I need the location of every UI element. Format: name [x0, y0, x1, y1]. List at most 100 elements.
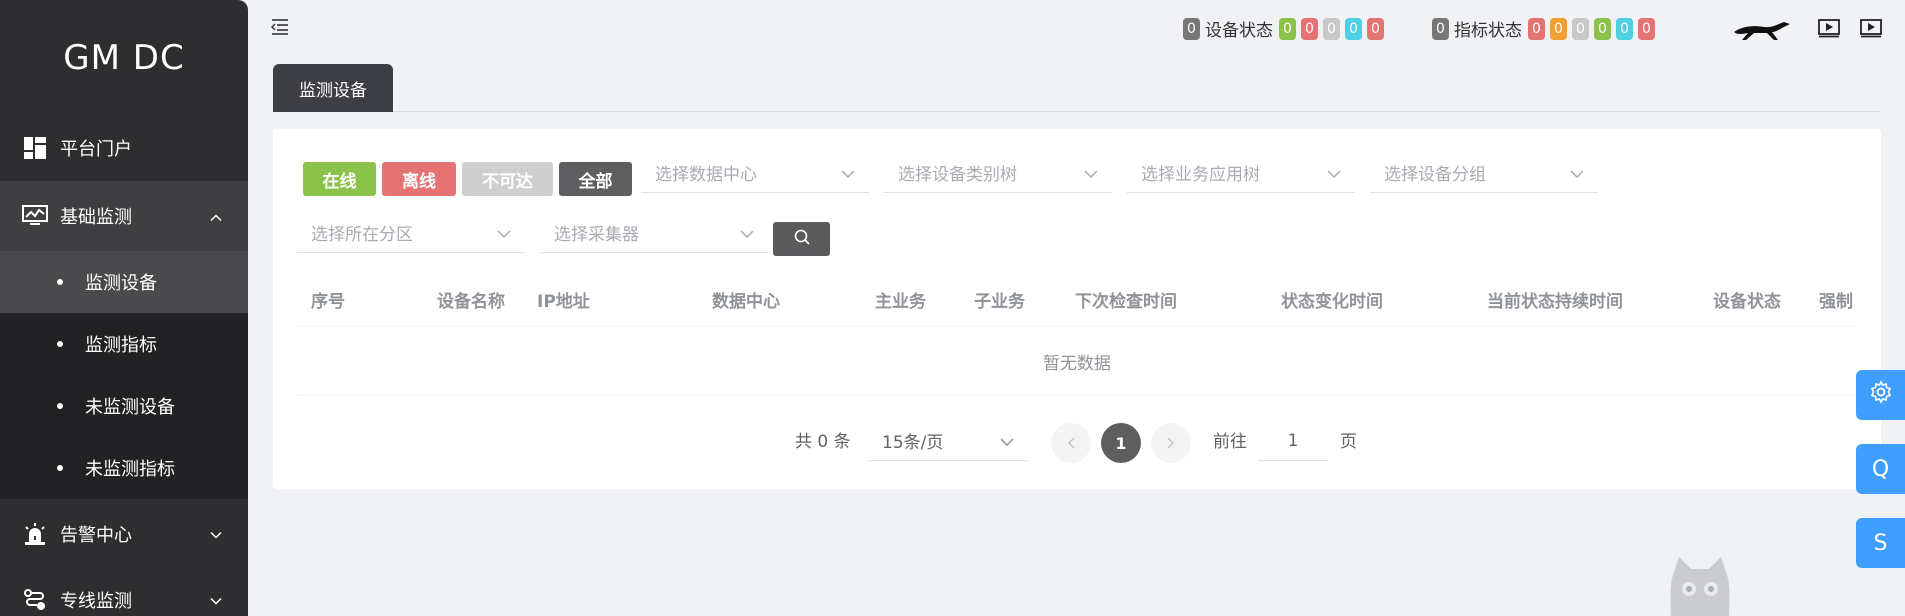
menu-collapse-icon[interactable]: [270, 18, 290, 36]
select-device-group[interactable]: 选择设备分组: [1370, 153, 1598, 193]
chevron-up-icon: [210, 206, 222, 227]
device-status-group: 0 设备状态 0 0 0 0 0: [1183, 16, 1389, 41]
page-size-select[interactable]: 15条/页: [868, 421, 1028, 461]
column-header[interactable]: 子业务: [974, 277, 1025, 327]
filter-online-button[interactable]: 在线: [303, 162, 376, 196]
sidebar-item-label: 专线监测: [60, 591, 132, 612]
column-header[interactable]: 序号: [311, 277, 345, 327]
device-status-count[interactable]: 0: [1367, 17, 1384, 40]
sidebar-subitem-unmonitored-devices[interactable]: 未监测设备: [0, 375, 248, 437]
main-panel: 在线 离线 不可达 全部 选择数据中心 选择设备类别树 选择业务应用树 选择设备…: [273, 129, 1881, 489]
metric-status-total[interactable]: 0: [1432, 17, 1449, 40]
chevron-right-icon: [1167, 434, 1175, 453]
table-empty-text: 暂无数据: [297, 328, 1857, 396]
filter-offline-button[interactable]: 离线: [382, 162, 456, 196]
metric-status-group: 0 指标状态 0 0 0 0 0 0: [1432, 16, 1660, 41]
sidebar-subitem-metrics[interactable]: 监测指标: [0, 313, 248, 375]
subitem-label: 监测设备: [85, 273, 157, 294]
sidebar-item-alarm-center[interactable]: 告警中心: [0, 499, 248, 569]
page-size-value: 15条/页: [882, 433, 944, 453]
subitem-label: 未监测指标: [85, 459, 175, 480]
video-icon[interactable]: [1860, 18, 1882, 42]
select-collector[interactable]: 选择采集器: [540, 213, 768, 253]
leopard-logo-icon: [1732, 18, 1792, 46]
topbar: 0 设备状态 0 0 0 0 0 0 指标状态 0 0 0 0 0 0: [248, 0, 1905, 56]
prev-page-button[interactable]: [1051, 423, 1091, 463]
settings-float-button[interactable]: [1856, 370, 1905, 420]
search-button[interactable]: [773, 222, 830, 256]
column-header[interactable]: IP地址: [537, 277, 590, 327]
table-header: 序号 设备名称 IP地址 数据中心 主业务 子业务 下次检查时间 状态变化时间 …: [297, 277, 1857, 327]
goto-page-input[interactable]: 1: [1258, 421, 1328, 461]
select-datacenter[interactable]: 选择数据中心: [641, 153, 869, 193]
subitem-label: 未监测设备: [85, 397, 175, 418]
sidebar-item-label: 平台门户: [60, 139, 132, 160]
tab-bar: 监测设备: [273, 64, 1881, 112]
goto-label: 前往: [1213, 432, 1247, 452]
select-placeholder: 选择设备分组: [1384, 165, 1486, 185]
column-header[interactable]: 下次检查时间: [1075, 277, 1177, 327]
next-page-button[interactable]: [1151, 423, 1191, 463]
device-status-count[interactable]: 0: [1345, 17, 1362, 40]
page-unit-label: 页: [1340, 432, 1357, 452]
device-status-count[interactable]: 0: [1301, 17, 1318, 40]
s-float-button[interactable]: S: [1856, 518, 1905, 568]
metric-status-count[interactable]: 0: [1594, 17, 1611, 40]
chevron-down-icon: [210, 590, 222, 611]
sidebar-item-portal[interactable]: 平台门户: [0, 115, 248, 181]
sidebar-item-label: 告警中心: [60, 525, 132, 546]
column-header[interactable]: 设备名称: [437, 277, 505, 327]
metric-status-count[interactable]: 0: [1550, 17, 1567, 40]
select-zone[interactable]: 选择所在分区: [297, 213, 525, 253]
select-placeholder: 选择采集器: [554, 225, 639, 245]
chevron-down-icon: [1084, 163, 1098, 183]
dashboard-icon: [22, 135, 48, 161]
select-business-app[interactable]: 选择业务应用树: [1127, 153, 1355, 193]
column-header[interactable]: 主业务: [875, 277, 926, 327]
metric-status-count[interactable]: 0: [1528, 17, 1545, 40]
chevron-down-icon: [1000, 431, 1014, 451]
gear-icon: [1869, 380, 1893, 410]
metric-status-count[interactable]: 0: [1616, 17, 1633, 40]
metric-status-count[interactable]: 0: [1638, 17, 1655, 40]
column-header[interactable]: 状态变化时间: [1281, 277, 1383, 327]
device-status-count[interactable]: 0: [1323, 17, 1340, 40]
chevron-left-icon: [1067, 434, 1075, 453]
sidebar-subitem-unmonitored-metrics[interactable]: 未监测指标: [0, 437, 248, 499]
device-status-label: 设备状态: [1205, 21, 1273, 41]
alarm-icon: [22, 521, 48, 547]
sidebar-subitem-devices[interactable]: 监测设备: [0, 251, 248, 313]
filter-unreachable-button[interactable]: 不可达: [462, 162, 553, 196]
column-header[interactable]: 数据中心: [712, 277, 780, 327]
column-header[interactable]: 设备状态: [1713, 277, 1781, 327]
subitem-label: 监测指标: [85, 335, 157, 356]
submenu: 监测设备 监测指标 未监测设备 未监测指标: [0, 251, 248, 499]
sidebar: GM DC 平台门户 基础监测 监测设备 监测指标 未监测设备 未监测指标 告警…: [0, 0, 248, 616]
tab-monitor-devices[interactable]: 监测设备: [273, 64, 393, 112]
page-number-current[interactable]: 1: [1101, 423, 1141, 463]
device-status-count[interactable]: 0: [1279, 17, 1296, 40]
select-placeholder: 选择所在分区: [311, 225, 413, 245]
chevron-down-icon: [210, 524, 222, 545]
select-placeholder: 选择数据中心: [655, 165, 757, 185]
video-icon[interactable]: [1818, 18, 1840, 42]
chevron-down-icon: [497, 223, 511, 243]
brand-logo: GM DC: [63, 37, 185, 78]
select-device-category[interactable]: 选择设备类别树: [884, 153, 1112, 193]
q-float-button[interactable]: Q: [1856, 444, 1905, 494]
column-header[interactable]: 强制: [1819, 277, 1857, 327]
metric-status-count[interactable]: 0: [1572, 17, 1589, 40]
cat-mascot-icon: [1665, 555, 1735, 616]
select-placeholder: 选择业务应用树: [1141, 165, 1260, 185]
sidebar-item-line-monitor[interactable]: 专线监测: [0, 569, 248, 616]
chevron-down-icon: [1327, 163, 1341, 183]
chevron-down-icon: [841, 163, 855, 183]
route-icon: [22, 587, 48, 613]
sidebar-item-basic-monitor[interactable]: 基础监测: [0, 181, 248, 251]
select-placeholder: 选择设备类别树: [898, 165, 1017, 185]
column-header[interactable]: 当前状态持续时间: [1487, 277, 1623, 327]
chevron-down-icon: [740, 223, 754, 243]
pagination-total: 共 0 条: [795, 432, 851, 452]
device-status-total[interactable]: 0: [1183, 17, 1200, 40]
filter-all-button[interactable]: 全部: [559, 162, 632, 196]
